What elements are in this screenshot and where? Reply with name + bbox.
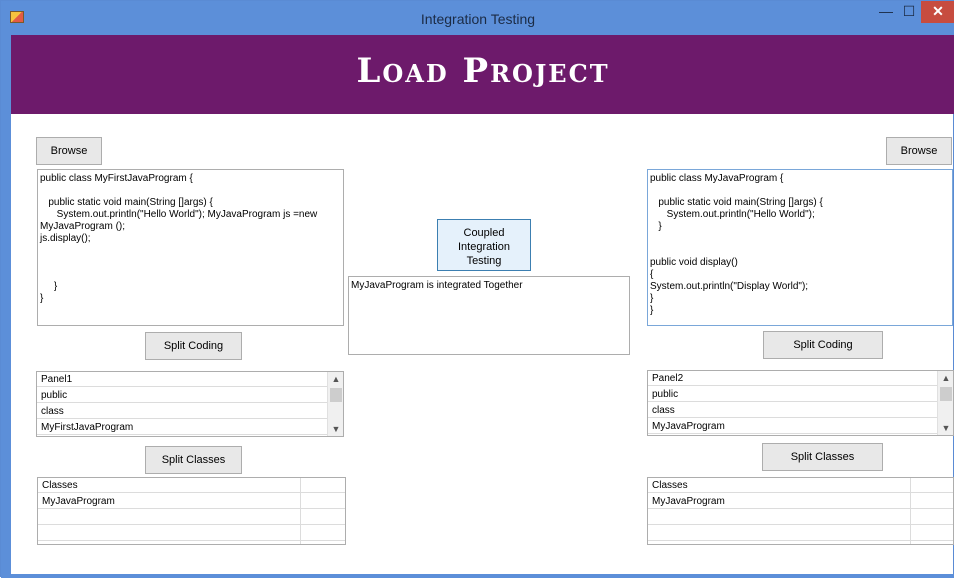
window-title: Integration Testing: [420, 11, 536, 27]
list-item[interactable]: MyJavaProgram: [648, 419, 938, 434]
minimize-button[interactable]: —: [875, 1, 897, 23]
table-row[interactable]: [38, 510, 345, 525]
right-split-coding-button[interactable]: Split Coding: [763, 331, 883, 359]
scroll-up-icon[interactable]: ▲: [328, 372, 343, 386]
left-split-classes-button[interactable]: Split Classes: [145, 446, 242, 474]
left-classes-grid[interactable]: Classes MyJavaProgram: [37, 477, 346, 545]
table-row[interactable]: [648, 526, 953, 541]
scroll-thumb[interactable]: [940, 387, 952, 401]
list-item[interactable]: public: [37, 388, 328, 403]
right-panel-grid[interactable]: Panel2 public class MyJavaProgram ▲ ▼: [647, 370, 954, 436]
grid-header: Panel2: [648, 371, 938, 386]
page-title: Load Project: [356, 51, 610, 91]
left-panel-grid[interactable]: Panel1 public class MyFirstJavaProgram ▲…: [36, 371, 344, 437]
right-split-classes-button[interactable]: Split Classes: [762, 443, 883, 471]
header-banner: Load Project: [11, 35, 954, 114]
close-button[interactable]: ✕: [921, 1, 954, 23]
list-item[interactable]: class: [37, 404, 328, 419]
left-browse-button[interactable]: Browse: [36, 137, 102, 165]
maximize-button[interactable]: ☐: [898, 1, 920, 23]
scroll-thumb[interactable]: [330, 388, 342, 402]
grid-header: Classes: [648, 478, 953, 493]
scroll-up-icon[interactable]: ▲: [938, 371, 953, 385]
grid-header: Panel1: [37, 372, 328, 387]
left-panel-scrollbar[interactable]: ▲ ▼: [327, 372, 343, 436]
table-row[interactable]: MyJavaProgram: [648, 494, 953, 509]
title-bar[interactable]: Integration Testing — ☐ ✕: [1, 1, 954, 35]
table-row[interactable]: [648, 510, 953, 525]
right-classes-grid[interactable]: Classes MyJavaProgram: [647, 477, 954, 545]
scroll-down-icon[interactable]: ▼: [328, 422, 343, 436]
coupled-integration-testing-button[interactable]: Coupled Integration Testing: [437, 219, 531, 271]
left-code-textarea[interactable]: public class MyFirstJavaProgram { public…: [37, 169, 344, 326]
table-row[interactable]: [38, 526, 345, 541]
window-bottom-border: [1, 574, 954, 578]
list-item[interactable]: MyFirstJavaProgram: [37, 420, 328, 435]
table-row[interactable]: MyJavaProgram: [38, 494, 345, 509]
list-item[interactable]: public: [648, 387, 938, 402]
right-panel-scrollbar[interactable]: ▲ ▼: [937, 371, 953, 435]
left-split-coding-button[interactable]: Split Coding: [145, 332, 242, 360]
list-item[interactable]: class: [648, 403, 938, 418]
grid-header: Classes: [38, 478, 345, 493]
right-code-textarea[interactable]: public class MyJavaProgram { public stat…: [647, 169, 953, 326]
scroll-down-icon[interactable]: ▼: [938, 421, 953, 435]
app-window: Integration Testing — ☐ ✕ Load Project B…: [0, 0, 954, 578]
window-left-border: [1, 35, 11, 576]
right-browse-button[interactable]: Browse: [886, 137, 952, 165]
result-textarea[interactable]: MyJavaProgram is integrated Together: [348, 276, 630, 355]
